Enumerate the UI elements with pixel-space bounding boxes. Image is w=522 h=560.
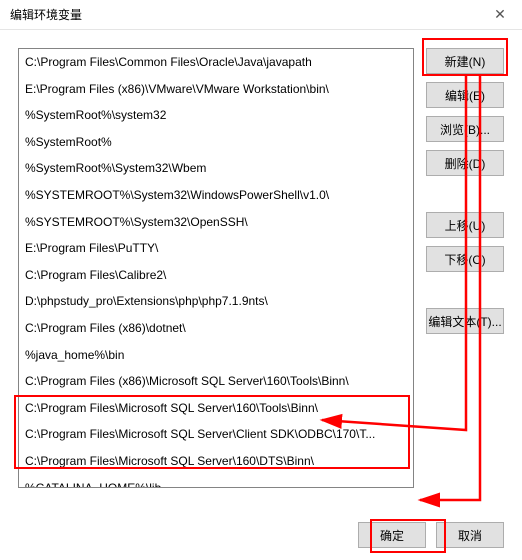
list-item[interactable]: C:\Program Files (x86)\dotnet\ <box>19 315 413 342</box>
new-button[interactable]: 新建(N) <box>426 48 504 74</box>
list-item[interactable]: E:\Program Files\PuTTY\ <box>19 235 413 262</box>
move-up-button[interactable]: 上移(U) <box>426 212 504 238</box>
list-item[interactable]: %java_home%\bin <box>19 342 413 369</box>
browse-button[interactable]: 浏览(B)... <box>426 116 504 142</box>
list-item[interactable]: C:\Program Files\Microsoft SQL Server\16… <box>19 448 413 475</box>
list-item[interactable]: %SystemRoot%\System32\Wbem <box>19 155 413 182</box>
edit-button[interactable]: 编辑(E) <box>426 82 504 108</box>
cancel-button[interactable]: 取消 <box>436 522 504 548</box>
ok-button[interactable]: 确定 <box>358 522 426 548</box>
list-item[interactable]: D:\phpstudy_pro\Extensions\php\php7.1.9n… <box>19 288 413 315</box>
list-item[interactable]: E:\Program Files (x86)\VMware\VMware Wor… <box>19 76 413 103</box>
list-item[interactable]: %SYSTEMROOT%\System32\OpenSSH\ <box>19 209 413 236</box>
list-item[interactable]: C:\Program Files\Calibre2\ <box>19 262 413 289</box>
list-item[interactable]: C:\Program Files\Microsoft SQL Server\Cl… <box>19 421 413 448</box>
list-item[interactable]: %CATALINA_HOME%\lib <box>19 475 413 489</box>
window-title: 编辑环境变量 <box>10 6 82 23</box>
titlebar: 编辑环境变量 ✕ <box>0 0 522 30</box>
list-item[interactable]: C:\Program Files\Common Files\Oracle\Jav… <box>19 49 413 76</box>
delete-button[interactable]: 删除(D) <box>426 150 504 176</box>
dialog-footer: 确定 取消 <box>358 522 504 548</box>
close-icon[interactable]: ✕ <box>486 6 514 23</box>
list-item[interactable]: C:\Program Files\Microsoft SQL Server\16… <box>19 395 413 422</box>
path-list[interactable]: C:\Program Files\Common Files\Oracle\Jav… <box>18 48 414 488</box>
list-item[interactable]: %SystemRoot% <box>19 129 413 156</box>
side-buttons: 新建(N) 编辑(E) 浏览(B)... 删除(D) 上移(U) 下移(O) 编… <box>426 48 504 334</box>
list-item[interactable]: C:\Program Files (x86)\Microsoft SQL Ser… <box>19 368 413 395</box>
list-item[interactable]: %SystemRoot%\system32 <box>19 102 413 129</box>
move-down-button[interactable]: 下移(O) <box>426 246 504 272</box>
edit-text-button[interactable]: 编辑文本(T)... <box>426 308 504 334</box>
list-item[interactable]: %SYSTEMROOT%\System32\WindowsPowerShell\… <box>19 182 413 209</box>
